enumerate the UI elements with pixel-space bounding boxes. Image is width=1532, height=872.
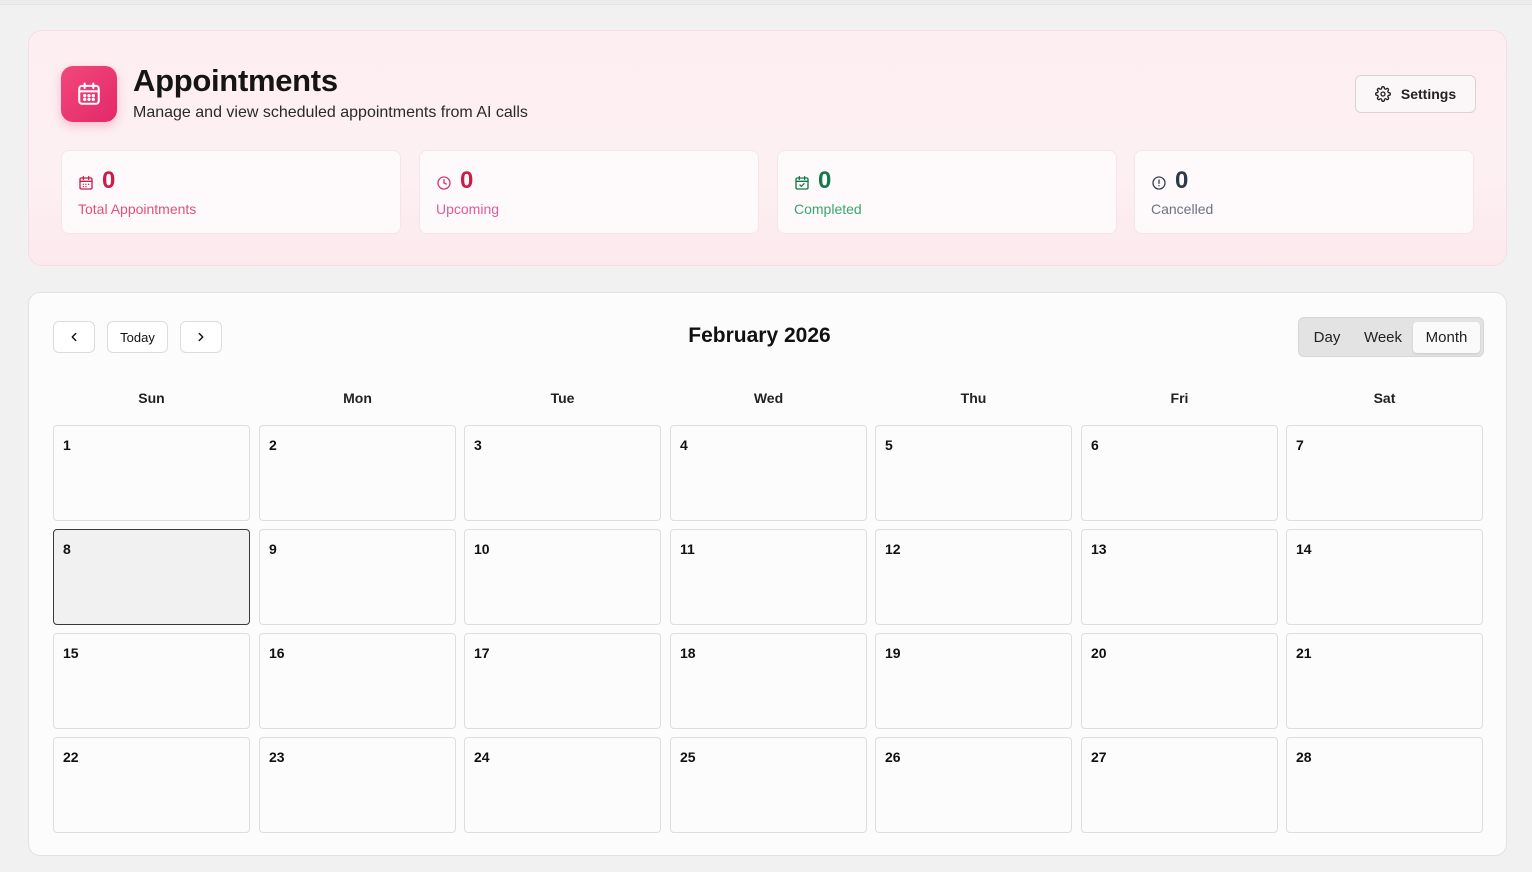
day-cell[interactable]: 3 [464, 425, 661, 521]
day-number: 9 [269, 541, 277, 557]
day-number: 21 [1296, 645, 1312, 661]
day-number: 15 [63, 645, 79, 661]
day-number: 2 [269, 437, 277, 453]
calendar-card: Today February 2026 Day Week Month Sun Mo… [28, 292, 1507, 856]
day-number: 13 [1091, 541, 1107, 557]
day-number: 16 [269, 645, 285, 661]
day-cell[interactable]: 11 [670, 529, 867, 625]
stat-label-total: Total Appointments [78, 201, 197, 217]
weekday-wed: Wed [753, 390, 784, 406]
day-cell[interactable]: 19 [875, 633, 1072, 729]
day-cell[interactable]: 14 [1286, 529, 1483, 625]
stat-value-completed: 0 [818, 167, 832, 194]
day-number: 20 [1091, 645, 1107, 661]
day-cell[interactable]: 20 [1081, 633, 1278, 729]
day-cell[interactable]: 4 [670, 425, 867, 521]
day-number: 6 [1091, 437, 1099, 453]
day-number: 5 [885, 437, 893, 453]
day-number: 26 [885, 749, 901, 765]
weekday-tue: Tue [550, 390, 575, 406]
day-cell[interactable]: 26 [875, 737, 1072, 833]
view-toggle: Day Week Month [1298, 317, 1484, 357]
day-cell[interactable]: 6 [1081, 425, 1278, 521]
day-number: 3 [474, 437, 482, 453]
day-cell[interactable]: 1 [53, 425, 250, 521]
weekday-fri: Fri [1170, 390, 1189, 406]
calendar-app-icon [61, 66, 117, 122]
day-number: 27 [1091, 749, 1107, 765]
page-subtitle: Manage and view scheduled appointments f… [133, 104, 528, 121]
page-title: Appointments [133, 63, 338, 98]
weekday-thu: Thu [960, 390, 987, 406]
day-cell[interactable]: 2 [259, 425, 456, 521]
stat-card-total: 0 Total Appointments [61, 150, 401, 234]
day-cell[interactable]: 22 [53, 737, 250, 833]
day-cell[interactable]: 25 [670, 737, 867, 833]
day-number: 19 [885, 645, 901, 661]
day-cell[interactable]: 18 [670, 633, 867, 729]
day-cell[interactable]: 17 [464, 633, 661, 729]
day-cell[interactable]: 27 [1081, 737, 1278, 833]
stat-label-completed: Completed [794, 201, 862, 217]
window-top-bar [0, 0, 1532, 5]
day-number: 28 [1296, 749, 1312, 765]
weekday-sun: Sun [138, 390, 165, 406]
view-week-button[interactable]: Week [1355, 322, 1411, 353]
day-cell[interactable]: 23 [259, 737, 456, 833]
day-number: 24 [474, 749, 490, 765]
day-cell[interactable]: 5 [875, 425, 1072, 521]
day-number: 11 [680, 541, 695, 557]
day-cell[interactable]: 7 [1286, 425, 1483, 521]
calendar-icon [79, 176, 93, 190]
day-cell[interactable]: 9 [259, 529, 456, 625]
day-cell[interactable]: 8 [53, 529, 250, 625]
weekday-sat: Sat [1373, 390, 1396, 406]
day-number: 8 [63, 541, 71, 557]
day-number: 17 [474, 645, 490, 661]
month-title: February 2026 [688, 324, 831, 347]
view-month-button[interactable]: Month [1413, 322, 1480, 353]
day-cell[interactable]: 28 [1286, 737, 1483, 833]
day-number: 25 [680, 749, 696, 765]
day-cell[interactable]: 15 [53, 633, 250, 729]
weekday-mon: Mon [343, 390, 372, 406]
day-cell[interactable]: 21 [1286, 633, 1483, 729]
day-number: 18 [680, 645, 696, 661]
stat-value-total: 0 [102, 167, 116, 194]
day-number: 23 [269, 749, 285, 765]
settings-button[interactable]: Settings [1355, 75, 1476, 113]
day-cell[interactable]: 13 [1081, 529, 1278, 625]
day-number: 1 [63, 437, 71, 453]
stat-label-upcoming: Upcoming [436, 201, 500, 217]
day-cell[interactable]: 10 [464, 529, 661, 625]
settings-label: Settings [1400, 86, 1457, 102]
header-card: Appointments Manage and view scheduled a… [28, 30, 1507, 266]
view-day-button[interactable]: Day [1305, 322, 1349, 353]
day-number: 14 [1296, 541, 1312, 557]
day-number: 12 [885, 541, 901, 557]
stat-value-cancelled: 0 [1175, 167, 1189, 194]
day-number: 10 [474, 541, 490, 557]
day-number: 4 [680, 437, 688, 453]
stat-card-completed: 0 Completed [777, 150, 1117, 234]
calendar-check-icon [795, 176, 809, 190]
stat-card-upcoming: 0 Upcoming [419, 150, 759, 234]
gear-icon [1374, 86, 1391, 102]
day-cell[interactable]: 16 [259, 633, 456, 729]
day-number: 22 [63, 749, 79, 765]
day-number: 7 [1296, 437, 1304, 453]
day-cell[interactable]: 24 [464, 737, 661, 833]
clock-icon [437, 176, 451, 190]
stat-card-cancelled: 0 Cancelled [1134, 150, 1474, 234]
stat-value-upcoming: 0 [460, 167, 474, 194]
alert-circle-icon [1152, 176, 1166, 190]
stat-label-cancelled: Cancelled [1151, 201, 1214, 217]
day-cell[interactable]: 12 [875, 529, 1072, 625]
